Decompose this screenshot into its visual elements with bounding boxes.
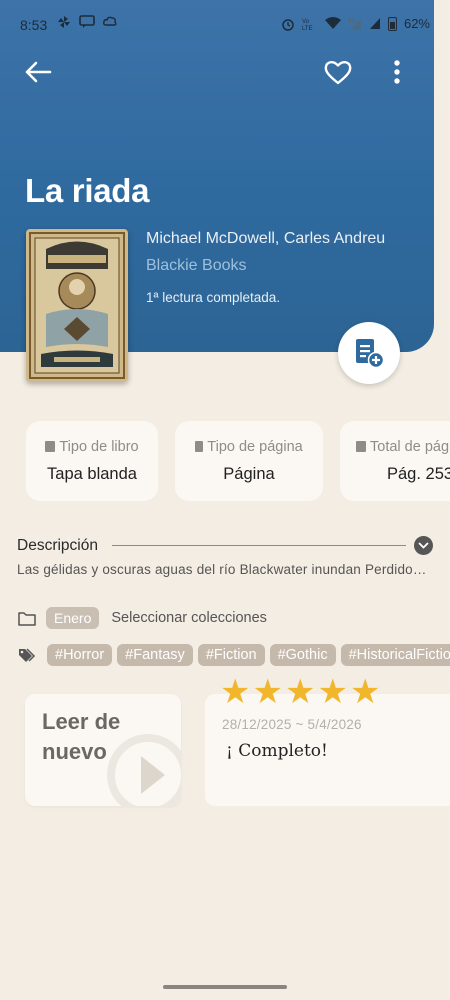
book-open-icon bbox=[356, 441, 366, 452]
stat-value: Tapa blanda bbox=[47, 465, 137, 483]
book-title: La riada bbox=[25, 172, 150, 209]
description-divider bbox=[112, 545, 406, 546]
stat-label: Tipo de libro bbox=[59, 439, 139, 455]
description-text[interactable]: Las gélidas y oscuras aguas del río Blac… bbox=[17, 562, 437, 577]
star-icon[interactable]: ★ bbox=[285, 675, 315, 709]
status-left-icons bbox=[57, 15, 117, 29]
tag-list: #Horror #Fantasy #Fiction #Gothic #Histo… bbox=[47, 644, 450, 666]
star-icon[interactable]: ★ bbox=[350, 675, 380, 709]
star-icon[interactable]: ★ bbox=[252, 675, 282, 709]
expand-description-button[interactable] bbox=[414, 536, 433, 555]
arrow-left-icon bbox=[25, 61, 52, 83]
note-add-icon bbox=[356, 339, 385, 369]
stat-total-pages: Total de páginas Pág. 253 bbox=[340, 421, 450, 501]
more-options-button[interactable] bbox=[381, 56, 413, 88]
book-cover[interactable] bbox=[26, 229, 128, 382]
status-time: 8:53 bbox=[20, 17, 48, 33]
book-cover-image bbox=[26, 229, 128, 382]
tag-chip[interactable]: #Horror bbox=[47, 644, 113, 666]
stat-page-type: Tipo de página Página bbox=[175, 421, 323, 501]
battery-percent: 62% bbox=[403, 16, 430, 31]
play-icon bbox=[141, 756, 165, 794]
add-note-button[interactable] bbox=[338, 322, 400, 384]
folder-icon bbox=[18, 611, 36, 626]
status-right-icons: Vo LTE 5G 62% bbox=[281, 16, 430, 31]
review-dates: 28/12/2025 ~ 5/4/2026 bbox=[222, 717, 362, 732]
collections-row: Enero Seleccionar colecciones bbox=[18, 607, 267, 629]
volte-icon: VoLTE bbox=[302, 19, 313, 31]
rating-stars[interactable]: ★ ★ ★ ★ ★ bbox=[220, 675, 380, 709]
tag-chip[interactable]: #Fiction bbox=[197, 644, 265, 666]
favorite-button[interactable] bbox=[322, 56, 354, 88]
wifi-icon bbox=[324, 17, 341, 29]
tag-chip[interactable]: #HistoricalFiction bbox=[340, 644, 450, 666]
book-publisher[interactable]: Blackie Books bbox=[146, 257, 247, 275]
status-bar: 8:53 Vo LTE 5G 62% bbox=[0, 0, 450, 48]
back-button[interactable] bbox=[22, 56, 54, 88]
heart-icon bbox=[324, 61, 352, 85]
svg-text:Vo: Vo bbox=[302, 19, 310, 25]
signal-icon bbox=[369, 18, 380, 29]
more-vert-icon bbox=[394, 60, 400, 84]
alarm-icon bbox=[282, 18, 294, 31]
bookmark-icon bbox=[195, 441, 204, 452]
stat-label: Total de páginas bbox=[370, 439, 450, 455]
collection-chip[interactable]: Enero bbox=[46, 607, 100, 629]
stat-book-type: Tipo de libro Tapa blanda bbox=[26, 421, 158, 501]
stat-value: Página bbox=[223, 465, 275, 483]
review-text: ¡ Completo! bbox=[226, 741, 328, 761]
signal-5g-icon: 5G bbox=[348, 18, 361, 30]
star-icon[interactable]: ★ bbox=[317, 675, 347, 709]
stat-value: Pág. 253 bbox=[387, 465, 450, 483]
tags-icon bbox=[19, 648, 36, 662]
home-indicator[interactable] bbox=[163, 985, 287, 989]
book-icon bbox=[45, 441, 56, 452]
cloud-icon bbox=[103, 16, 117, 26]
star-icon[interactable]: ★ bbox=[220, 675, 250, 709]
stat-label: Tipo de página bbox=[207, 439, 303, 455]
battery-icon bbox=[387, 16, 397, 31]
book-authors[interactable]: Michael McDowell, Carles Andreu bbox=[146, 230, 385, 248]
reread-button[interactable]: Leer de nuevo bbox=[25, 694, 181, 806]
tag-chip[interactable]: #Fantasy bbox=[117, 644, 193, 666]
message-icon bbox=[79, 15, 95, 28]
chevron-down-icon bbox=[418, 542, 429, 549]
svg-text:LTE: LTE bbox=[302, 26, 313, 31]
select-collections-link[interactable]: Seleccionar colecciones bbox=[111, 610, 267, 626]
tag-chip[interactable]: #Gothic bbox=[269, 644, 336, 666]
svg-text:5G: 5G bbox=[348, 19, 356, 25]
reading-status: 1ª lectura completada. bbox=[146, 290, 281, 305]
tags-row: #Horror #Fantasy #Fiction #Gothic #Histo… bbox=[18, 643, 450, 667]
pinwheel-icon bbox=[58, 16, 70, 28]
description-label: Descripción bbox=[17, 537, 98, 554]
